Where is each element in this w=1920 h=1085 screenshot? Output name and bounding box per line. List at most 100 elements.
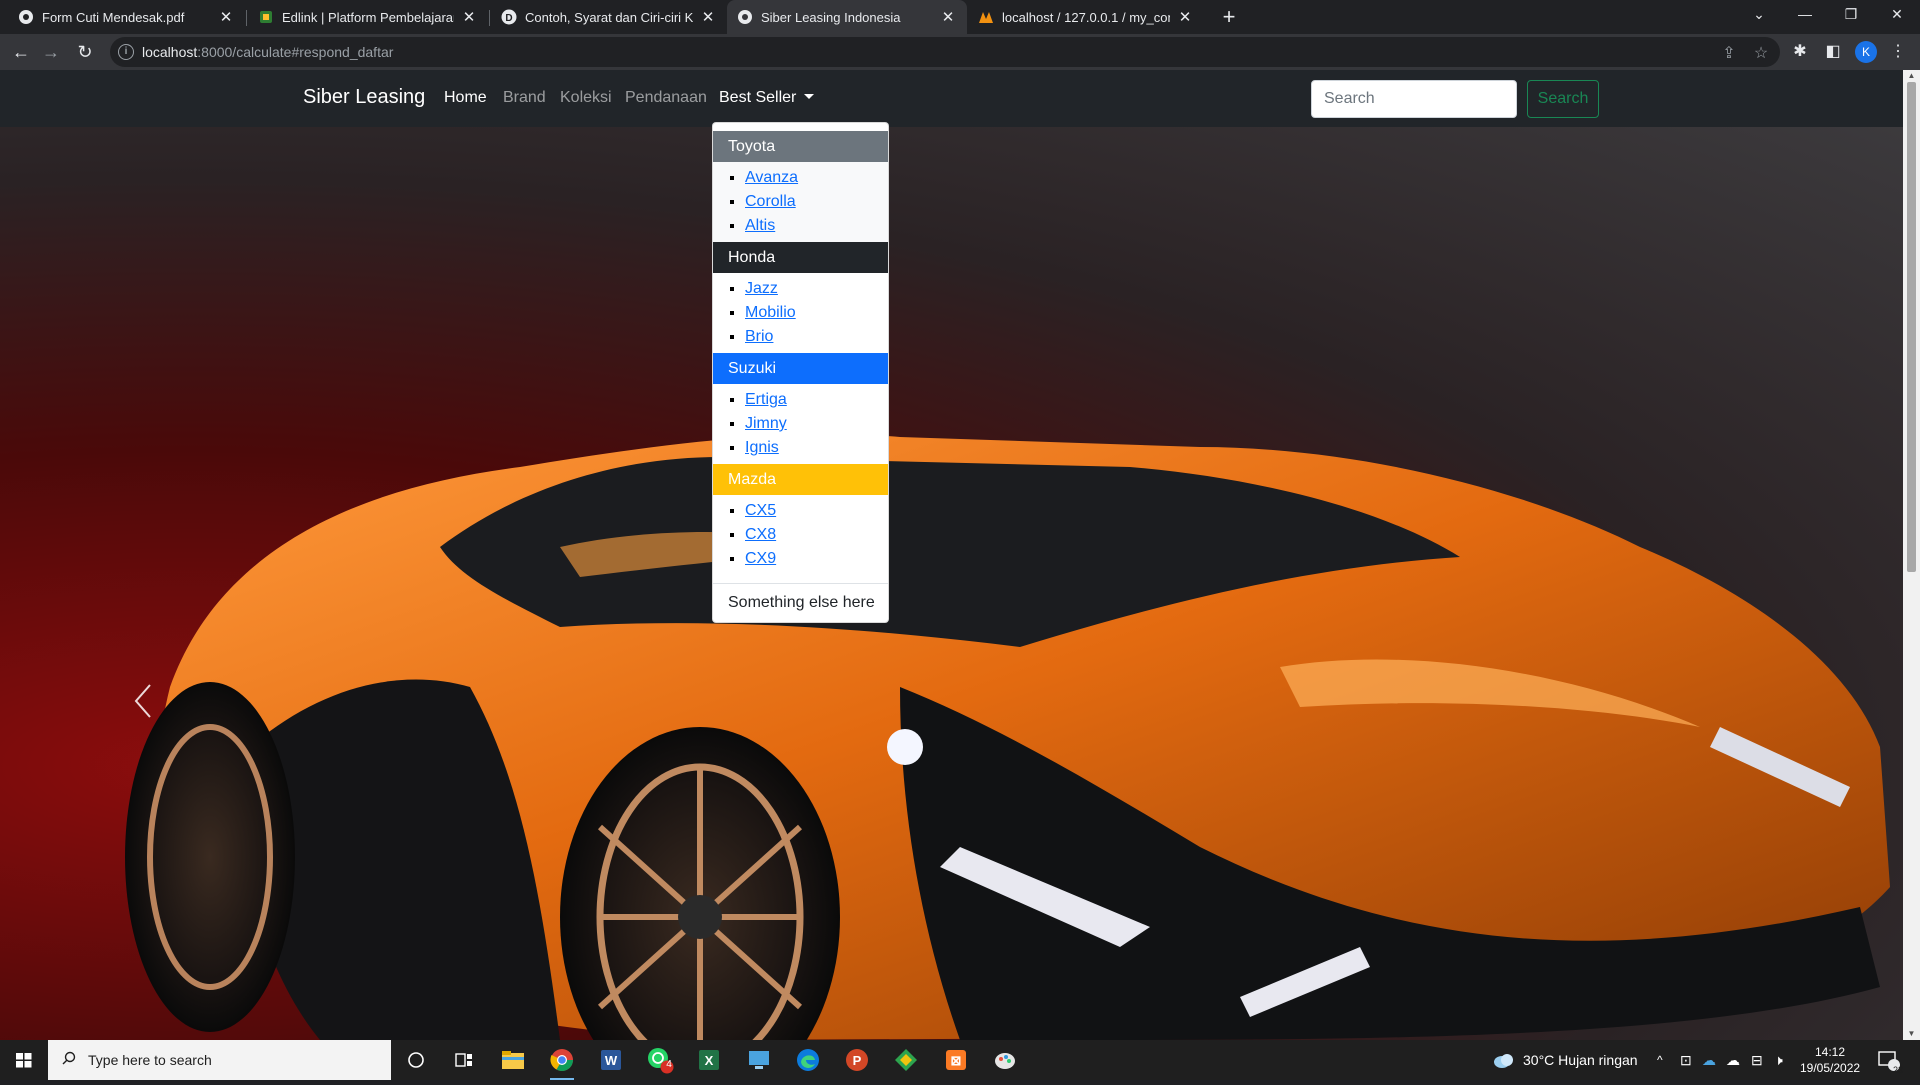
meet-now-icon[interactable]: ⊡ — [1680, 1040, 1692, 1080]
chrome-taskbar-icon[interactable] — [546, 1044, 578, 1080]
start-button[interactable] — [0, 1040, 48, 1080]
weather-text[interactable]: 30°C Hujan ringan — [1523, 1040, 1638, 1080]
dropdown-link-jimny[interactable]: Jimny — [745, 415, 787, 432]
dropdown-link-corolla[interactable]: Corolla — [745, 193, 796, 210]
network-icon[interactable]: ⊟ — [1751, 1040, 1763, 1080]
system-clock[interactable]: 14:12 19/05/2022 — [1800, 1044, 1860, 1076]
close-window-button[interactable]: ✕ — [1874, 0, 1920, 30]
carousel-prev-icon[interactable] — [130, 681, 156, 721]
close-icon[interactable]: ✕ — [217, 8, 235, 26]
dropdown-link-mobilio[interactable]: Mobilio — [745, 304, 796, 321]
dropdown-link-cx8[interactable]: CX8 — [745, 526, 776, 543]
scrollbar-thumb[interactable] — [1907, 82, 1916, 572]
taskbar-search-box[interactable]: Type here to search — [48, 1040, 391, 1080]
close-icon[interactable]: ✕ — [939, 8, 957, 26]
d-site-icon: D — [501, 9, 517, 25]
best-seller-label: Best Seller — [719, 89, 797, 106]
list-item: CX5 — [745, 500, 888, 524]
bookmark-star-icon[interactable]: ☆ — [1752, 45, 1770, 63]
scroll-up-arrow-icon[interactable]: ▲ — [1903, 70, 1920, 82]
onedrive-icon[interactable]: ☁ — [1702, 1040, 1716, 1080]
browser-toolbar: ← → ↻ i localhost:8000/calculate#respond… — [0, 34, 1920, 70]
forward-icon[interactable]: → — [39, 40, 63, 64]
edge-icon[interactable] — [792, 1044, 824, 1076]
whatsapp-icon[interactable]: 4 — [644, 1044, 676, 1076]
xampp-icon[interactable]: ⊠ — [940, 1044, 972, 1076]
clock-time: 14:12 — [1814, 1045, 1846, 1059]
tab-title: localhost / 127.0.0.1 / my_contac — [1002, 9, 1170, 25]
tab-search-icon[interactable]: ⌄ — [1736, 0, 1782, 30]
git-kraken-icon[interactable] — [890, 1044, 922, 1076]
weather-cloud-icon[interactable] — [1488, 1044, 1520, 1076]
dropdown-link-ignis[interactable]: Ignis — [745, 439, 779, 456]
file-explorer-icon[interactable] — [497, 1044, 529, 1076]
menu-kebab-icon[interactable]: ⋮ — [1888, 42, 1908, 62]
scroll-down-arrow-icon[interactable]: ▼ — [1903, 1028, 1920, 1040]
nav-link-pendanaan[interactable]: Pendanaan — [625, 89, 707, 107]
dropdown-group-list: Avanza Corolla Altis — [713, 162, 888, 242]
svg-text:⊠: ⊠ — [951, 1053, 962, 1068]
minimize-button[interactable]: — — [1782, 0, 1828, 30]
search-button[interactable]: Search — [1527, 80, 1599, 118]
dropdown-link-brio[interactable]: Brio — [745, 328, 773, 345]
list-item: Mobilio — [745, 302, 888, 326]
dropdown-link-jazz[interactable]: Jazz — [745, 280, 778, 297]
browser-tab[interactable]: localhost / 127.0.0.1 / my_contac ✕ — [968, 0, 1204, 34]
nav-link-home[interactable]: Home — [444, 89, 487, 107]
nav-link-koleksi[interactable]: Koleksi — [560, 89, 612, 107]
profile-avatar[interactable]: K — [1855, 41, 1877, 63]
dropdown-link-altis[interactable]: Altis — [745, 217, 775, 234]
nav-dropdown-best-seller[interactable]: Best Seller — [719, 89, 815, 107]
onedrive-personal-icon[interactable]: ☁ — [1726, 1040, 1740, 1080]
close-icon[interactable]: ✕ — [699, 8, 717, 26]
task-view-icon[interactable] — [448, 1044, 480, 1076]
remote-desktop-icon[interactable] — [743, 1044, 775, 1076]
nav-link-brand[interactable]: Brand — [503, 89, 546, 107]
sports-car-image — [125, 434, 1891, 1040]
dropdown-link-cx5[interactable]: CX5 — [745, 502, 776, 519]
close-icon[interactable]: ✕ — [1176, 8, 1194, 26]
svg-text:W: W — [605, 1053, 618, 1068]
cortana-icon[interactable] — [400, 1044, 432, 1076]
search-input[interactable] — [1311, 80, 1517, 118]
paint-icon[interactable] — [989, 1044, 1021, 1076]
dropdown-link-ertiga[interactable]: Ertiga — [745, 391, 787, 408]
restore-button[interactable]: ❐ — [1828, 0, 1874, 30]
dropdown-link-cx9[interactable]: CX9 — [745, 550, 776, 567]
page-scrollbar[interactable]: ▲ ▼ — [1903, 70, 1920, 1040]
dropdown-link-avanza[interactable]: Avanza — [745, 169, 798, 186]
side-panel-icon[interactable]: ◧ — [1823, 42, 1843, 62]
dropdown-group-header-honda: Honda — [713, 242, 888, 273]
address-bar[interactable]: i localhost:8000/calculate#respond_dafta… — [110, 37, 1780, 67]
tab-divider — [246, 10, 247, 26]
list-item: Jimny — [745, 413, 888, 437]
windows-taskbar: Type here to search W 4 X P ⊠ 30°C Hujan… — [0, 1040, 1920, 1080]
notification-center-icon[interactable]: 23 — [1872, 1044, 1904, 1076]
dropdown-item-something-else[interactable]: Something else here — [713, 592, 888, 622]
back-icon[interactable]: ← — [9, 40, 33, 64]
reload-icon[interactable]: ↻ — [73, 40, 97, 64]
dropdown-group-header-toyota: Toyota — [713, 131, 888, 162]
browser-tab[interactable]: Form Cuti Mendesak.pdf ✕ — [8, 0, 245, 34]
browser-tab-active[interactable]: Siber Leasing Indonesia ✕ — [727, 0, 967, 34]
powerpoint-icon[interactable]: P — [841, 1044, 873, 1076]
browser-tab[interactable]: Edlink | Platform Pembelajaran In ✕ — [248, 0, 488, 34]
page-viewport: Siber Leasing Home Brand Koleksi Pendana… — [0, 70, 1903, 1040]
url-host: localhost — [142, 44, 198, 60]
hero-carousel — [0, 127, 1903, 1040]
chevron-up-icon[interactable]: ^ — [1657, 1040, 1663, 1080]
volume-muted-icon[interactable]: 🕨 — [1774, 1040, 1783, 1080]
tab-title: Siber Leasing Indonesia — [761, 9, 901, 25]
browser-tab[interactable]: D Contoh, Syarat dan Ciri-ciri Kalim ✕ — [491, 0, 727, 34]
new-tab-button[interactable]: + — [1216, 4, 1242, 30]
navbar-brand[interactable]: Siber Leasing — [303, 86, 425, 109]
close-icon[interactable]: ✕ — [460, 8, 478, 26]
tab-divider — [489, 10, 490, 26]
site-info-icon[interactable]: i — [118, 44, 134, 60]
list-item: Brio — [745, 326, 888, 350]
list-item: Corolla — [745, 191, 888, 215]
share-icon[interactable]: ⇪ — [1720, 45, 1738, 63]
word-icon[interactable]: W — [595, 1044, 627, 1076]
extensions-icon[interactable]: ✱ — [1790, 42, 1810, 62]
excel-icon[interactable]: X — [693, 1044, 725, 1076]
